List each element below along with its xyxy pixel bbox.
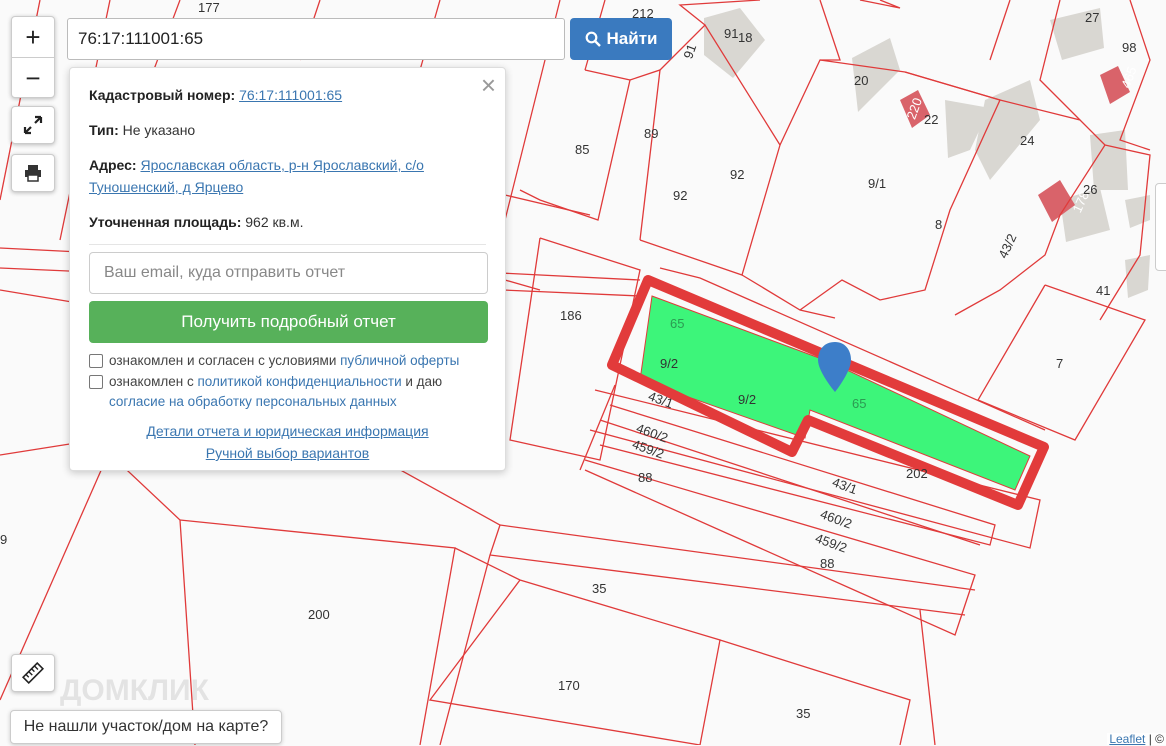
svg-text:8: 8 (935, 217, 942, 232)
side-panel-control[interactable] (1155, 183, 1166, 271)
fullscreen-button[interactable] (11, 106, 55, 144)
get-report-button[interactable]: Получить подробный отчет (89, 301, 488, 343)
area-label: Уточненная площадь: (89, 214, 242, 230)
svg-text:98: 98 (1122, 40, 1136, 55)
svg-text:20: 20 (854, 73, 868, 88)
svg-text:200: 200 (308, 607, 330, 622)
svg-text:35: 35 (796, 706, 810, 721)
privacy-consent-row: ознакомлен с политикой конфиденциальност… (89, 372, 486, 412)
svg-text:186: 186 (560, 308, 582, 323)
privacy-text: ознакомлен с политикой конфиденциальност… (109, 374, 443, 409)
privacy-link[interactable]: политикой конфиденциальности (197, 374, 401, 389)
svg-text:202: 202 (906, 466, 928, 481)
svg-text:24: 24 (1020, 133, 1034, 148)
search-button[interactable]: Найти (570, 18, 672, 60)
zoom-control: + − (11, 16, 55, 98)
leaflet-link[interactable]: Leaflet (1109, 732, 1145, 746)
svg-text:92: 92 (730, 167, 744, 182)
svg-text:85: 85 (575, 142, 589, 157)
divider (89, 244, 486, 245)
search-icon (585, 31, 601, 47)
address-row: Адрес: Ярославская область, р-н Ярославс… (89, 154, 486, 198)
svg-text:9/2: 9/2 (660, 356, 678, 371)
svg-text:91: 91 (724, 26, 738, 41)
svg-text:26: 26 (1083, 182, 1097, 197)
svg-text:65: 65 (670, 316, 684, 331)
type-row: Тип: Не указано (89, 119, 486, 141)
offer-text: ознакомлен и согласен с условиями публич… (109, 353, 460, 368)
zoom-in-button[interactable]: + (12, 17, 54, 57)
svg-text:7: 7 (1056, 356, 1063, 371)
details-link[interactable]: Детали отчета и юридическая информация (146, 423, 428, 439)
close-icon[interactable]: × (481, 72, 496, 98)
cadastral-label: Кадастровый номер: (89, 87, 236, 103)
measure-button[interactable] (11, 654, 55, 692)
address-link-line2[interactable]: Туношенский, д Ярцево (89, 179, 243, 195)
zoom-out-button[interactable]: − (12, 57, 54, 98)
svg-text:22: 22 (924, 112, 938, 127)
svg-text:88: 88 (820, 556, 834, 571)
print-button[interactable] (11, 154, 55, 192)
type-value: Не указано (122, 122, 196, 138)
expand-icon (23, 115, 43, 135)
manual-selection-link[interactable]: Ручной выбор вариантов (206, 445, 370, 461)
svg-text:9/2: 9/2 (738, 392, 756, 407)
parcel-info-popup: × Кадастровый номер: 76:17:111001:65 Тип… (69, 67, 506, 471)
svg-text:170: 170 (558, 678, 580, 693)
svg-text:27: 27 (1085, 10, 1099, 25)
svg-text:9/1: 9/1 (868, 176, 886, 191)
printer-icon (25, 165, 41, 182)
svg-text:88: 88 (638, 470, 652, 485)
not-found-button[interactable]: Не нашли участок/дом на карте? (10, 710, 282, 744)
svg-text:41: 41 (1096, 283, 1110, 298)
address-link-line1[interactable]: Ярославская область, р-н Ярославский, с/… (141, 157, 424, 173)
type-label: Тип: (89, 122, 119, 138)
area-row: Уточненная площадь: 962 кв.м. (89, 211, 486, 233)
svg-text:92: 92 (673, 188, 687, 203)
watermark: ДОМКЛИК (60, 674, 210, 707)
attribution: Leaflet | © (1107, 733, 1166, 745)
svg-text:18: 18 (738, 30, 752, 45)
offer-checkbox[interactable] (89, 354, 103, 368)
svg-text:177: 177 (198, 0, 220, 15)
offer-consent-row: ознакомлен и согласен с условиями публич… (89, 351, 486, 371)
svg-text:89: 89 (644, 126, 658, 141)
search-input[interactable] (67, 18, 565, 60)
svg-text:35: 35 (592, 581, 606, 596)
offer-link[interactable]: публичной оферты (340, 353, 459, 368)
search-button-label: Найти (606, 29, 658, 48)
email-field[interactable] (89, 252, 488, 294)
svg-text:65: 65 (852, 396, 866, 411)
cadastral-number-link[interactable]: 76:17:111001:65 (239, 87, 342, 103)
popup-footer-links: Детали отчета и юридическая информация Р… (70, 420, 505, 464)
svg-text:9: 9 (0, 532, 7, 547)
attribution-separator: | © (1145, 732, 1164, 746)
address-label: Адрес: (89, 157, 137, 173)
privacy-checkbox[interactable] (89, 375, 103, 389)
area-value: 962 кв.м. (245, 214, 304, 230)
cadastral-row: Кадастровый номер: 76:17:111001:65 (89, 84, 486, 106)
consent-link[interactable]: согласие на обработку персональных данны… (109, 394, 397, 409)
ruler-icon (22, 662, 44, 684)
